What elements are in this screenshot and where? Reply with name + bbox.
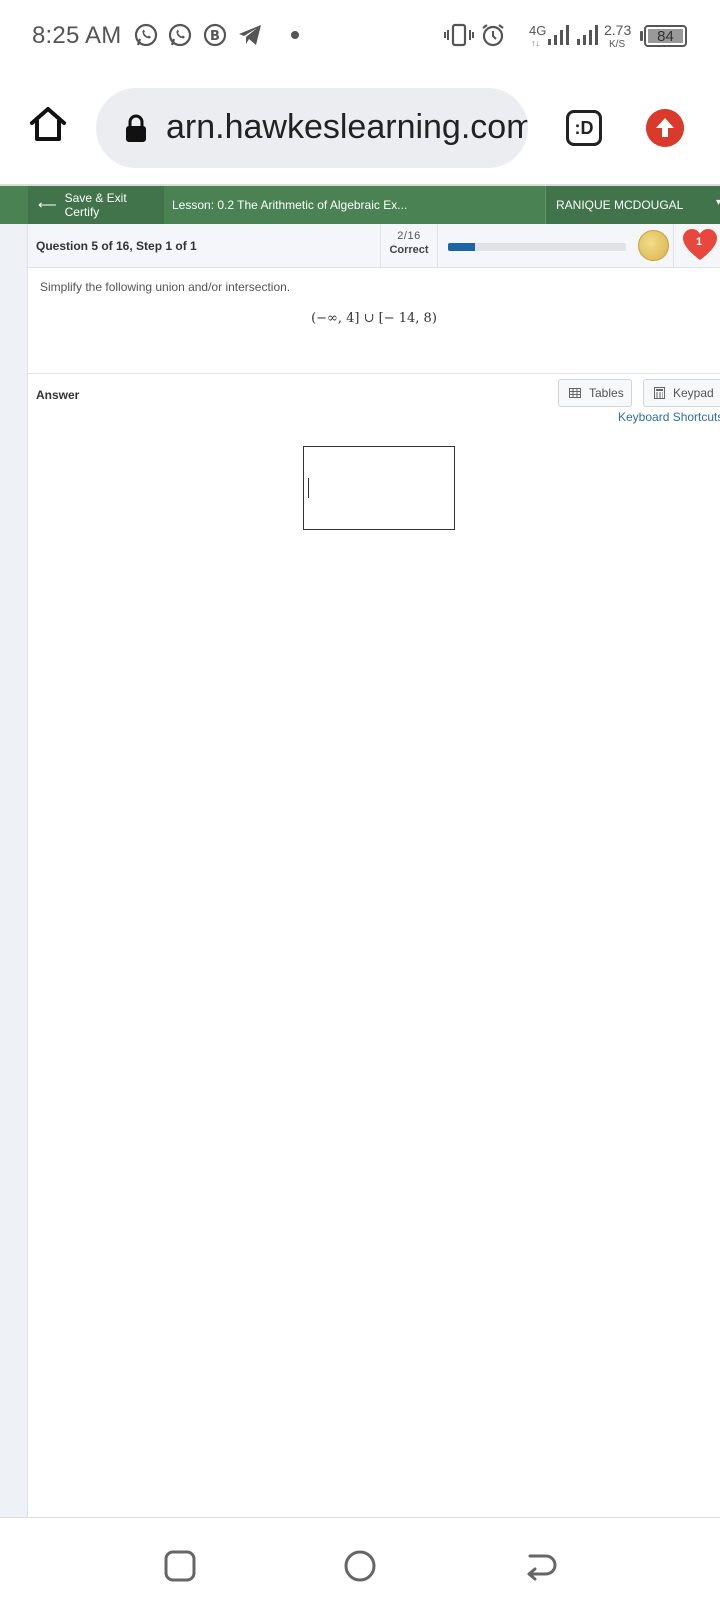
keypad-button[interactable]: Keypad <box>643 379 720 407</box>
status-time: 8:25 AM <box>32 22 122 49</box>
url-text: arn.hawkeslearning.com <box>166 108 528 146</box>
score-label: Correct <box>389 244 429 256</box>
score-box: 2/16 Correct <box>380 224 438 268</box>
recent-apps-icon[interactable] <box>162 1548 198 1584</box>
browser-toolbar: arn.hawkeslearning.com :D <box>0 72 720 186</box>
keyboard-shortcuts-link[interactable]: Keyboard Shortcuts <box>618 410 720 424</box>
notification-dot <box>291 31 299 39</box>
home-nav-icon[interactable] <box>342 1548 378 1584</box>
progress-bar <box>448 243 626 251</box>
signal-icon-2 <box>577 25 598 45</box>
network-activity: ↑↓ <box>531 38 540 48</box>
signal-icon <box>548 25 569 45</box>
question-title: Question 5 of 16, Step 1 of 1 <box>36 239 197 253</box>
system-nav-bar <box>0 1518 720 1612</box>
save-exit-label: Save & Exit Certify <box>64 191 127 219</box>
keypad-label: Keypad <box>673 386 714 400</box>
table-icon <box>569 388 581 398</box>
alarm-icon <box>482 24 504 47</box>
text-caret <box>308 478 309 498</box>
address-bar[interactable]: arn.hawkeslearning.com <box>96 88 528 168</box>
whatsapp-business-icon <box>168 23 192 47</box>
heart-icon[interactable]: 1 <box>682 228 720 264</box>
vibrate-icon <box>444 23 474 47</box>
question-expression: (−∞, 4] ∪ [− 14, 8) <box>311 311 437 326</box>
home-icon[interactable] <box>28 104 68 144</box>
lock-icon <box>126 114 146 142</box>
chevron-down-icon: ▾ <box>716 197 720 208</box>
answer-area: Answer Tables Keypad Keyboard Shortcuts <box>28 374 720 1517</box>
b-app-icon: B <box>203 23 227 47</box>
answer-input[interactable] <box>303 446 455 530</box>
question-prompt: Simplify the following union and/or inte… <box>40 280 291 294</box>
tables-button[interactable]: Tables <box>558 379 632 407</box>
speed-unit: K/S <box>609 39 626 50</box>
app-header: ⟵ Save & Exit Certify Lesson: 0.2 The Ar… <box>0 186 720 224</box>
progress-fill <box>448 243 475 251</box>
tab-switcher-button[interactable]: :D <box>566 110 602 146</box>
network-type: 4G <box>529 23 547 38</box>
battery-level: 84 <box>657 28 674 45</box>
user-name: RANIQUE MCDOUGAL <box>556 198 684 212</box>
question-body: Simplify the following union and/or inte… <box>28 268 720 374</box>
tables-label: Tables <box>589 386 624 400</box>
battery-nub <box>640 31 643 41</box>
battery-icon: 84 <box>644 25 687 47</box>
coin-icon[interactable] <box>638 230 669 261</box>
save-exit-button[interactable]: ⟵ Save & Exit Certify <box>28 186 164 224</box>
update-icon[interactable] <box>646 109 684 147</box>
speed-value: 2.73 <box>604 22 632 38</box>
calculator-icon <box>654 387 665 399</box>
status-bar: 8:25 AM B 4G ↑↓ 2.73 K/S 84 <box>0 0 720 72</box>
score-fraction: 2/16 <box>397 230 421 242</box>
answer-label: Answer <box>36 388 80 402</box>
back-arrow-icon: ⟵ <box>38 197 57 212</box>
hearts-count: 1 <box>695 236 703 248</box>
telegram-icon <box>239 25 261 45</box>
left-sidebar-strip <box>0 224 28 1517</box>
user-menu[interactable]: RANIQUE MCDOUGAL ▾ <box>545 186 720 224</box>
question-header: Question 5 of 16, Step 1 of 1 2/16 Corre… <box>28 224 720 268</box>
svg-text:B: B <box>210 29 220 44</box>
back-icon[interactable] <box>522 1548 558 1584</box>
lesson-title: Lesson: 0.2 The Arithmetic of Algebraic … <box>172 198 408 212</box>
whatsapp-icon <box>134 23 158 47</box>
